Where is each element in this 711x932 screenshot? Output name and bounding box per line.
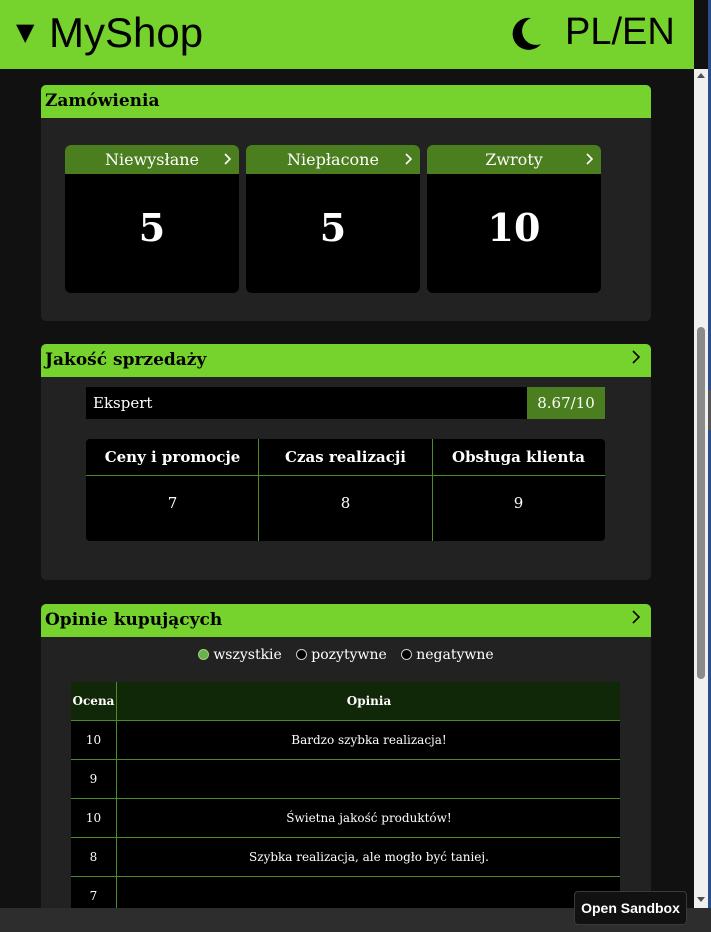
card-value: 5 xyxy=(138,205,166,250)
row-opinion xyxy=(118,760,620,798)
table-row: 10 Świetna jakość produktów! xyxy=(71,799,620,838)
orders-card-returns[interactable]: Zwroty 10 xyxy=(427,145,601,293)
quality-column-header: Czas realizacji xyxy=(285,448,406,466)
quality-column-value: 9 xyxy=(513,494,524,512)
row-opinion: Szybka realizacja, ale mogło być taniej. xyxy=(249,850,489,864)
quality-column-header: Obsługa klienta xyxy=(452,448,585,466)
reviews-panel: Opinie kupujących wszystkie pozytywne ne… xyxy=(41,604,651,924)
radio-icon[interactable] xyxy=(401,649,413,660)
table-header-row: Ocena Opinia xyxy=(71,682,620,721)
scroll-down-arrow-icon[interactable] xyxy=(697,897,705,902)
filter-negative[interactable]: negatywne xyxy=(401,647,494,663)
orders-card-unsent[interactable]: Niewysłane 5 xyxy=(65,145,239,293)
quality-panel-header[interactable]: Jakość sprzedaży xyxy=(41,344,651,377)
orders-title: Zamówienia xyxy=(45,91,160,111)
card-label: Niepłacone xyxy=(246,145,420,174)
orders-panel: Zamówienia Niewysłane 5 Niepłacone 5 Zwr… xyxy=(41,85,651,321)
filter-label: negatywne xyxy=(416,647,494,663)
review-filters: wszystkie pozytywne negatywne xyxy=(41,647,651,663)
chevron-right-icon xyxy=(224,153,232,165)
row-rating: 9 xyxy=(71,760,117,798)
filter-positive[interactable]: pozytywne xyxy=(296,647,387,663)
top-header: ▼ MyShop PL/EN xyxy=(0,0,694,69)
row-opinion: Świetna jakość produktów! xyxy=(286,811,452,825)
table-divider xyxy=(86,475,605,476)
quality-column: Obsługa klienta 9 xyxy=(432,439,605,541)
quality-column-header: Ceny i promocje xyxy=(104,448,241,466)
scroll-up-arrow-icon[interactable] xyxy=(697,73,705,78)
row-rating: 8 xyxy=(71,838,117,876)
language-toggle[interactable]: PL/EN xyxy=(565,11,675,54)
quality-level: Ekspert xyxy=(93,394,153,412)
filter-all[interactable]: wszystkie xyxy=(198,647,282,663)
filter-label: pozytywne xyxy=(311,647,387,663)
reviews-panel-header[interactable]: Opinie kupujących xyxy=(41,604,651,637)
quality-panel: Jakość sprzedaży Ekspert 8.67/10 Ceny i … xyxy=(41,344,651,580)
menu-toggle-icon[interactable]: ▼ xyxy=(16,18,34,46)
quality-table: Ceny i promocje 7 Czas realizacji 8 Obsł… xyxy=(86,439,605,541)
chevron-right-icon xyxy=(586,153,594,165)
header-rating: Ocena xyxy=(71,682,117,720)
table-row: 9 xyxy=(71,760,620,799)
radio-icon[interactable] xyxy=(198,649,210,660)
open-sandbox-button[interactable]: Open Sandbox xyxy=(574,891,687,925)
card-label: Zwroty xyxy=(427,145,601,174)
brand-title[interactable]: MyShop xyxy=(49,9,203,57)
chevron-right-icon[interactable] xyxy=(631,350,641,364)
moon-icon[interactable] xyxy=(505,14,545,54)
quality-column: Czas realizacji 8 xyxy=(259,439,432,541)
chevron-right-icon[interactable] xyxy=(631,610,641,624)
chevron-right-icon xyxy=(405,153,413,165)
quality-title: Jakość sprzedaży xyxy=(45,350,207,370)
row-opinion: Bardzo szybka realizacja! xyxy=(291,733,447,747)
row-rating: 10 xyxy=(71,721,117,759)
radio-icon[interactable] xyxy=(296,649,308,660)
table-divider xyxy=(258,439,259,541)
reviews-table: Ocena Opinia 10 Bardzo szybka realizacja… xyxy=(71,682,620,916)
quality-rating-bar: Ekspert 8.67/10 xyxy=(86,387,605,419)
table-row: 10 Bardzo szybka realizacja! xyxy=(71,721,620,760)
row-rating: 10 xyxy=(71,799,117,837)
table-divider xyxy=(432,439,433,541)
scrollbar-thumb[interactable] xyxy=(697,327,705,679)
quality-column-value: 7 xyxy=(167,494,178,512)
table-row: 8 Szybka realizacja, ale mogło być tanie… xyxy=(71,838,620,877)
quality-score: 8.67/10 xyxy=(527,387,605,419)
card-label: Niewysłane xyxy=(65,145,239,174)
filter-label: wszystkie xyxy=(213,647,282,663)
card-value: 10 xyxy=(487,205,541,250)
header-opinion: Opinia xyxy=(346,694,392,708)
reviews-title: Opinie kupujących xyxy=(45,610,223,630)
quality-column: Ceny i promocje 7 xyxy=(86,439,259,541)
orders-card-unpaid[interactable]: Niepłacone 5 xyxy=(246,145,420,293)
orders-panel-header: Zamówienia xyxy=(41,85,651,118)
quality-column-value: 8 xyxy=(340,494,351,512)
card-value: 5 xyxy=(319,205,347,250)
